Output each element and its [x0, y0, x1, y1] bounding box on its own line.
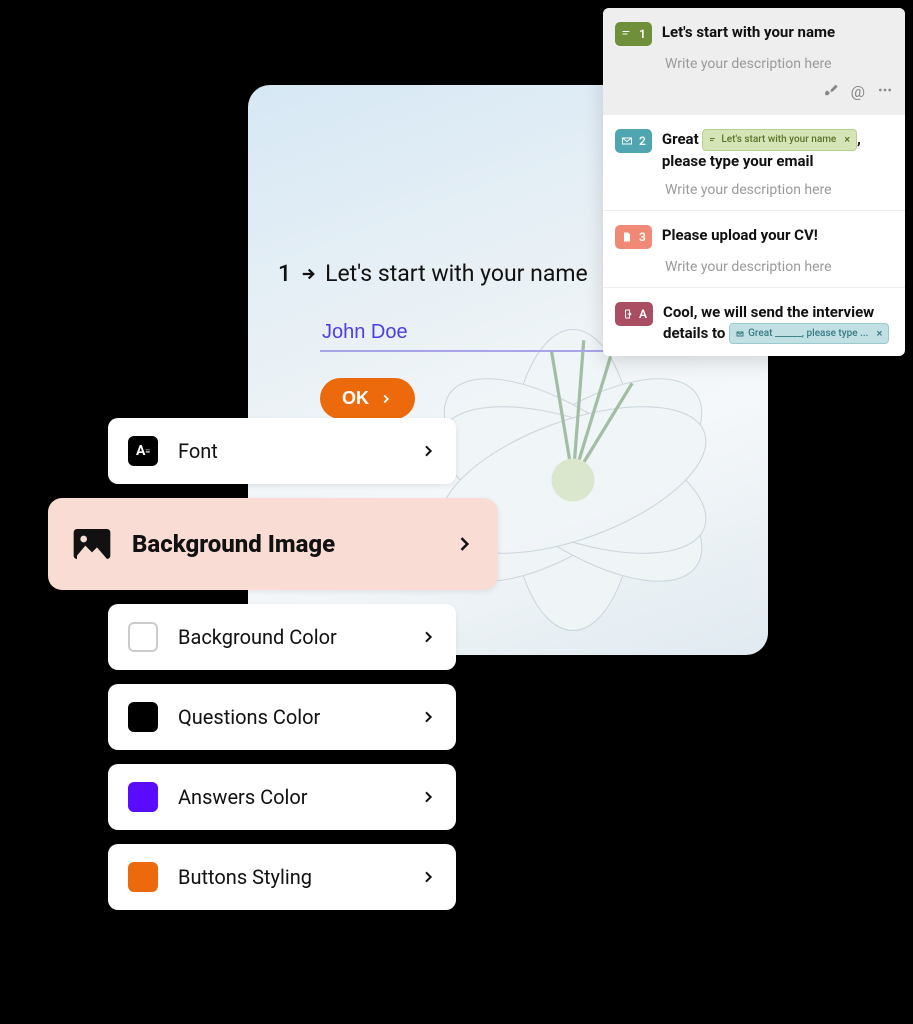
step-description[interactable]: Write your description here	[665, 56, 893, 72]
color-swatch-orange	[128, 862, 158, 892]
step-number: 2	[639, 134, 646, 148]
mail-icon	[736, 330, 744, 338]
setting-label: Background Image	[132, 530, 434, 558]
step-item-1[interactable]: 1 Let's start with your name Write your …	[603, 8, 905, 114]
color-swatch-black	[128, 702, 158, 732]
font-icon: A≡	[128, 436, 158, 466]
chevron-right-icon	[420, 869, 436, 885]
image-icon	[72, 524, 112, 564]
setting-label: Questions Color	[178, 705, 400, 729]
chevron-right-icon	[420, 629, 436, 645]
design-settings-list: A≡ Font Background Image Background Colo…	[108, 418, 456, 924]
chevron-right-icon	[420, 443, 436, 459]
color-swatch-purple	[128, 782, 158, 812]
step-description[interactable]: Write your description here	[665, 182, 893, 198]
setting-buttons-styling[interactable]: Buttons Styling	[108, 844, 456, 910]
setting-label: Buttons Styling	[178, 865, 400, 889]
step-number: A	[639, 307, 647, 321]
ok-button[interactable]: OK	[320, 378, 415, 419]
chevron-right-icon	[379, 392, 393, 406]
color-swatch-white	[128, 622, 158, 652]
step-item-2[interactable]: 2 Great Let's start with your name × , p…	[603, 114, 905, 210]
setting-label: Answers Color	[178, 785, 400, 809]
question-number: 1	[278, 260, 291, 287]
step-item-4[interactable]: A Cool, we will send the interview detai…	[603, 287, 905, 357]
reference-chip[interactable]: Great ______, please type ... ×	[729, 323, 889, 344]
setting-background-color[interactable]: Background Color	[108, 604, 456, 670]
step-badge-email: 2	[615, 129, 652, 153]
setting-label: Font	[178, 439, 400, 463]
file-icon	[621, 231, 633, 243]
setting-answers-color[interactable]: Answers Color	[108, 764, 456, 830]
steps-panel: 1 Let's start with your name Write your …	[603, 8, 905, 356]
text-icon	[709, 136, 717, 144]
step-item-3[interactable]: 3 Please upload your CV! Write your desc…	[603, 210, 905, 287]
step-title: Cool, we will send the interview details…	[663, 302, 893, 345]
more-icon[interactable]	[877, 82, 893, 102]
step-description[interactable]: Write your description here	[665, 259, 893, 275]
setting-label: Background Color	[178, 625, 400, 649]
step-number: 1	[639, 27, 646, 41]
step-number: 3	[639, 230, 646, 244]
at-icon[interactable]: @	[851, 82, 865, 102]
setting-font[interactable]: A≡ Font	[108, 418, 456, 484]
setting-questions-color[interactable]: Questions Color	[108, 684, 456, 750]
mail-icon	[621, 135, 633, 147]
step-title: Great Let's start with your name × , ple…	[662, 129, 893, 172]
ok-button-label: OK	[342, 388, 369, 409]
step-badge-text: 1	[615, 22, 652, 46]
exit-icon	[621, 308, 633, 320]
chip-remove-icon[interactable]: ×	[844, 132, 850, 147]
chevron-right-icon	[420, 709, 436, 725]
step-toolbar: @	[615, 82, 893, 102]
chevron-right-icon	[420, 789, 436, 805]
step-badge-file: 3	[615, 225, 652, 249]
question-text: Let's start with your name	[325, 260, 588, 287]
arrow-right-icon	[299, 265, 317, 283]
step-badge-end: A	[615, 302, 653, 326]
step-title: Let's start with your name	[662, 22, 893, 43]
reference-chip[interactable]: Let's start with your name ×	[702, 129, 857, 150]
chip-remove-icon[interactable]: ×	[876, 326, 882, 341]
wrench-icon[interactable]	[823, 82, 839, 102]
chevron-right-icon	[454, 534, 474, 554]
text-icon	[621, 28, 633, 40]
step-title: Please upload your CV!	[662, 225, 893, 246]
setting-background-image[interactable]: Background Image	[48, 498, 498, 590]
